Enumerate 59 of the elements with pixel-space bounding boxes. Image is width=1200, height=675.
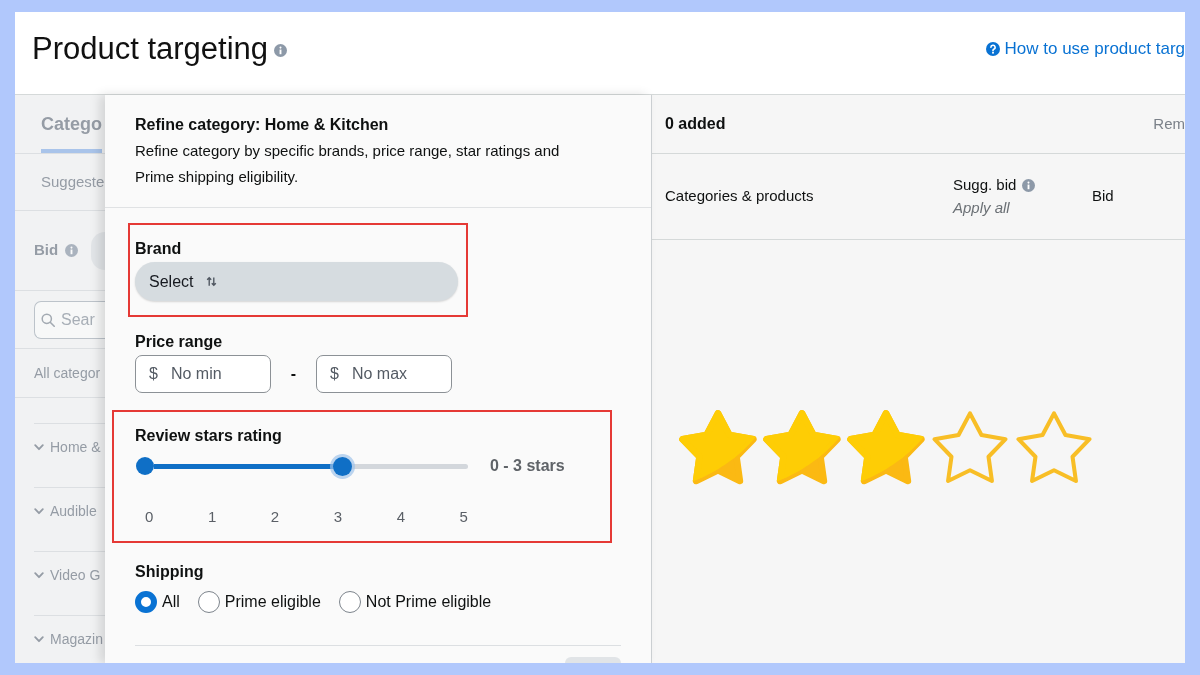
field-label: Brand	[135, 239, 183, 259]
popover-title: Refine category: Home & Kitchen	[135, 115, 390, 135]
apply-all-link[interactable]: Apply all	[953, 196, 1010, 219]
radio-button[interactable]	[135, 591, 157, 613]
info-icon[interactable]	[65, 244, 79, 257]
search-field[interactable]: Sear	[34, 300, 105, 339]
chevron-down-icon[interactable]	[34, 444, 44, 451]
bid-label: Bid	[34, 240, 59, 261]
radio-button[interactable]	[338, 591, 361, 613]
field-label: Review stars rating	[135, 426, 283, 446]
help-link[interactable]: How to use product targ	[985, 30, 1185, 67]
radio-label[interactable]: All	[162, 590, 180, 614]
radio-label[interactable]: Prime eligible	[224, 590, 321, 614]
field-label: Shipping	[135, 562, 205, 582]
popover-description: Refine category by specific brands, price range, star ratings and Prime shipping eligibility.	[135, 141, 561, 187]
added-count: 0 added	[665, 114, 726, 134]
chevron-down-icon[interactable]	[34, 508, 44, 515]
tick-label: 0	[145, 507, 154, 527]
column-header: Bid	[1092, 186, 1114, 207]
category-item[interactable]: Video G	[50, 565, 101, 585]
price-field[interactable]: $ No min	[135, 355, 271, 393]
empty-star-icon	[1015, 410, 1093, 485]
tick-label: 1	[207, 507, 217, 527]
chevron-down-icon[interactable]	[34, 572, 44, 579]
sort-arrows-icon	[206, 276, 218, 287]
radio-label[interactable]: Not Prime eligible	[365, 590, 492, 614]
search-input[interactable]: Sear	[61, 301, 105, 338]
column-header: Sugg. bid	[953, 175, 1017, 196]
page-title: Product targeting	[32, 30, 269, 67]
price-input[interactable]: No max	[351, 357, 442, 391]
field-label: Price range	[135, 332, 224, 352]
chevron-down-icon[interactable]	[34, 636, 44, 643]
filled-star-icon	[847, 410, 925, 485]
radio-button[interactable]	[197, 591, 220, 613]
remove-link[interactable]: Rem	[1153, 112, 1185, 136]
slider-reading: 0 - 3 stars	[490, 456, 565, 476]
tick-label: 2	[270, 507, 280, 527]
tick-label: 4	[396, 507, 406, 527]
currency-prefix: $	[149, 364, 158, 384]
column-header: Categories & products	[665, 186, 814, 207]
price-input[interactable]: No min	[170, 357, 261, 391]
info-icon[interactable]	[274, 43, 288, 57]
range-separator: -	[290, 364, 297, 384]
tick-label: 3	[333, 507, 343, 527]
brand-select[interactable]: Select	[135, 262, 458, 301]
currency-prefix: $	[330, 364, 339, 384]
price-field[interactable]: $ No max	[316, 355, 452, 393]
tick-label: 5	[459, 507, 468, 527]
category-item[interactable]: Home &	[50, 437, 101, 457]
category-item[interactable]: Audible	[50, 501, 97, 521]
filled-star-icon	[763, 410, 841, 485]
search-icon	[41, 312, 55, 327]
category-item[interactable]: Magazin	[50, 629, 103, 649]
info-icon[interactable]	[1022, 179, 1036, 192]
help-icon	[985, 41, 1000, 56]
empty-star-icon	[931, 410, 1009, 485]
breadcrumb-text: All categor	[34, 363, 101, 383]
section-label: Suggeste	[41, 171, 105, 192]
filled-star-icon	[679, 410, 757, 485]
